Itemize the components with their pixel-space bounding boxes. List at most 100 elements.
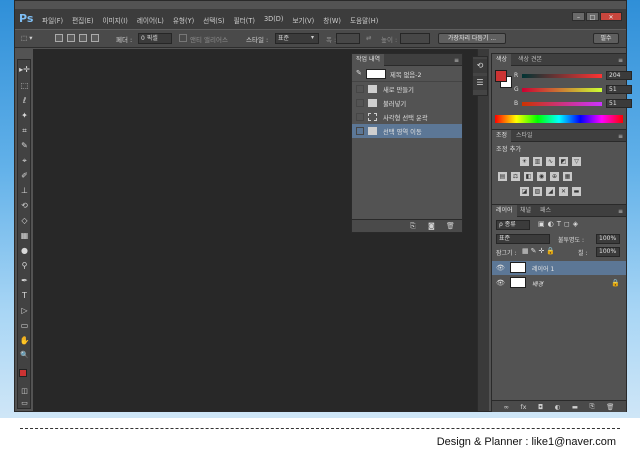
type-tool-icon[interactable]: T [19, 290, 30, 301]
invert-icon[interactable]: ◪ [520, 187, 529, 196]
history-item-checkbox[interactable] [356, 127, 364, 135]
zoom-tool-icon[interactable]: 🔍 [19, 350, 30, 361]
stamp-tool-icon[interactable]: ⊥ [19, 185, 30, 196]
history-brush-tool-icon[interactable]: ⟲ [19, 200, 30, 211]
menu-item-help[interactable]: 도움말(H) [350, 15, 378, 25]
menu-item-3d[interactable]: 3D(D) [264, 15, 284, 25]
swap-icon[interactable]: ⇄ [366, 34, 371, 42]
selective-color-icon[interactable]: ✕ [559, 187, 568, 196]
trash-icon[interactable]: 🗑 [446, 222, 455, 230]
gradient-map-icon[interactable]: ▬ [572, 187, 581, 196]
menu-item-edit[interactable]: 편집(E) [72, 15, 93, 25]
tab-styles[interactable]: 스타일 [512, 130, 537, 142]
red-ramp[interactable] [522, 74, 602, 78]
green-ramp[interactable] [522, 88, 602, 92]
dodge-tool-icon[interactable]: ⚲ [19, 260, 30, 271]
camera-icon[interactable]: ◙ [428, 222, 435, 230]
fill-input[interactable]: 100% [596, 247, 620, 257]
folder-icon[interactable]: ▬ [572, 403, 578, 411]
eraser-tool-icon[interactable]: ◇ [19, 215, 30, 226]
color-spectrum-bar[interactable] [495, 115, 623, 123]
path-select-tool-icon[interactable]: ▷ [19, 305, 30, 316]
history-item[interactable]: 새로 만들기 [352, 82, 462, 96]
threshold-icon[interactable]: ◢ [546, 187, 555, 196]
history-item-selected[interactable]: 선택 영역 이동 [352, 124, 462, 138]
channel-mixer-icon[interactable]: ⊕ [550, 172, 559, 181]
posterize-icon[interactable]: ▨ [533, 187, 542, 196]
photo-filter-icon[interactable]: ◉ [537, 172, 546, 181]
blur-tool-icon[interactable]: ● [19, 245, 30, 256]
menu-item-file[interactable]: 파일(F) [42, 15, 63, 25]
red-value-input[interactable]: 204 [606, 71, 632, 80]
vibrance-icon[interactable]: ▽ [572, 157, 581, 166]
menu-item-type[interactable]: 유형(Y) [173, 15, 194, 25]
trash-icon[interactable]: 🗑 [606, 403, 614, 411]
adjustment-layer-icon[interactable]: ◐ [555, 403, 561, 411]
close-button[interactable]: ✕ [600, 12, 622, 21]
new-document-from-state-icon[interactable]: ⎘ [410, 222, 416, 231]
exposure-icon[interactable]: ◩ [559, 157, 568, 166]
layer-row[interactable]: 👁 배경 🔒 [492, 276, 626, 290]
tab-paths[interactable]: 패스 [536, 205, 555, 217]
menu-item-view[interactable]: 보기(V) [292, 15, 314, 25]
rectangle-tool-icon[interactable]: ▭ [19, 320, 30, 331]
history-item[interactable]: 불러넣기 [352, 96, 462, 110]
levels-icon[interactable]: ▥ [533, 157, 542, 166]
screen-mode-icon[interactable]: ▭ [19, 398, 30, 409]
move-tool-icon[interactable]: ▸✛ [19, 64, 30, 75]
tab-swatches[interactable]: 색상 견본 [514, 54, 546, 66]
quick-mask-icon[interactable]: ◫ [19, 386, 30, 397]
tab-color[interactable]: 색상 [492, 54, 512, 66]
history-item-checkbox[interactable] [356, 99, 364, 107]
black-white-icon[interactable]: ◧ [524, 172, 533, 181]
lock-icons[interactable]: ▦✎✛🔒 [522, 247, 557, 255]
new-layer-icon[interactable]: ⎘ [589, 402, 594, 411]
feather-input[interactable]: 0 픽셀 [138, 33, 172, 44]
color-lookup-icon[interactable]: ▦ [563, 172, 572, 181]
menu-item-window[interactable]: 창(W) [323, 15, 341, 25]
quick-select-tool-icon[interactable]: ✦ [19, 110, 30, 121]
eye-icon[interactable]: 👁 [496, 264, 505, 272]
eye-icon[interactable]: 👁 [496, 279, 505, 287]
tab-layers[interactable]: 레이어 [492, 205, 517, 217]
lasso-tool-icon[interactable]: ℓ [19, 95, 30, 106]
tab-history[interactable]: 작업 내역 [352, 54, 384, 66]
layer-filter-select[interactable]: ρ 종류 [496, 220, 530, 230]
workspace-button[interactable]: 필수 [593, 33, 619, 44]
color-balance-icon[interactable]: ⚖ [511, 172, 520, 181]
panel-menu-icon[interactable]: ≡ [618, 57, 623, 64]
width-input[interactable] [336, 33, 360, 44]
history-panel-icon[interactable]: ⟲ [473, 59, 487, 73]
link-layers-icon[interactable]: ∞ [503, 403, 508, 411]
eyedropper-tool-icon[interactable]: ✎ [19, 140, 30, 151]
brightness-icon[interactable]: ☀ [520, 157, 529, 166]
blend-mode-select[interactable]: 표준 [496, 234, 550, 244]
layer-filter-icons[interactable]: ▣◐T◻◈ [538, 220, 581, 228]
pen-tool-icon[interactable]: ✒ [19, 275, 30, 286]
marquee-tool-icon[interactable]: ⬚ [19, 80, 30, 91]
intersect-selection-icon[interactable] [91, 34, 99, 42]
gradient-tool-icon[interactable]: ▦ [19, 230, 30, 241]
new-selection-icon[interactable] [55, 34, 63, 42]
marquee-preset-icon[interactable]: ⬚ ▾ [21, 34, 32, 42]
blue-value-input[interactable]: 51 [606, 99, 632, 108]
history-item[interactable]: 사각형 선택 윤곽 [352, 110, 462, 124]
healing-tool-icon[interactable]: ⌖ [19, 155, 30, 166]
hue-saturation-icon[interactable]: ▤ [498, 172, 507, 181]
brush-tool-icon[interactable]: ✐ [19, 170, 30, 181]
maximize-button[interactable]: □ [586, 12, 599, 21]
curves-icon[interactable]: ∿ [546, 157, 555, 166]
blue-ramp[interactable] [522, 102, 602, 106]
height-input[interactable] [400, 33, 430, 44]
minimize-button[interactable]: – [572, 12, 585, 21]
subtract-selection-icon[interactable] [79, 34, 87, 42]
opacity-input[interactable]: 100% [596, 234, 620, 244]
green-value-input[interactable]: 51 [606, 85, 632, 94]
tab-adjustments[interactable]: 조정 [492, 130, 512, 142]
layer-mask-icon[interactable]: ◘ [538, 403, 543, 411]
add-selection-icon[interactable] [67, 34, 75, 42]
history-snapshot[interactable]: ✎ 제목 없음-2 [352, 66, 462, 82]
antialias-checkbox[interactable] [179, 34, 187, 42]
properties-panel-icon[interactable]: ☰ [473, 76, 487, 90]
foreground-color-chip[interactable] [495, 70, 507, 82]
